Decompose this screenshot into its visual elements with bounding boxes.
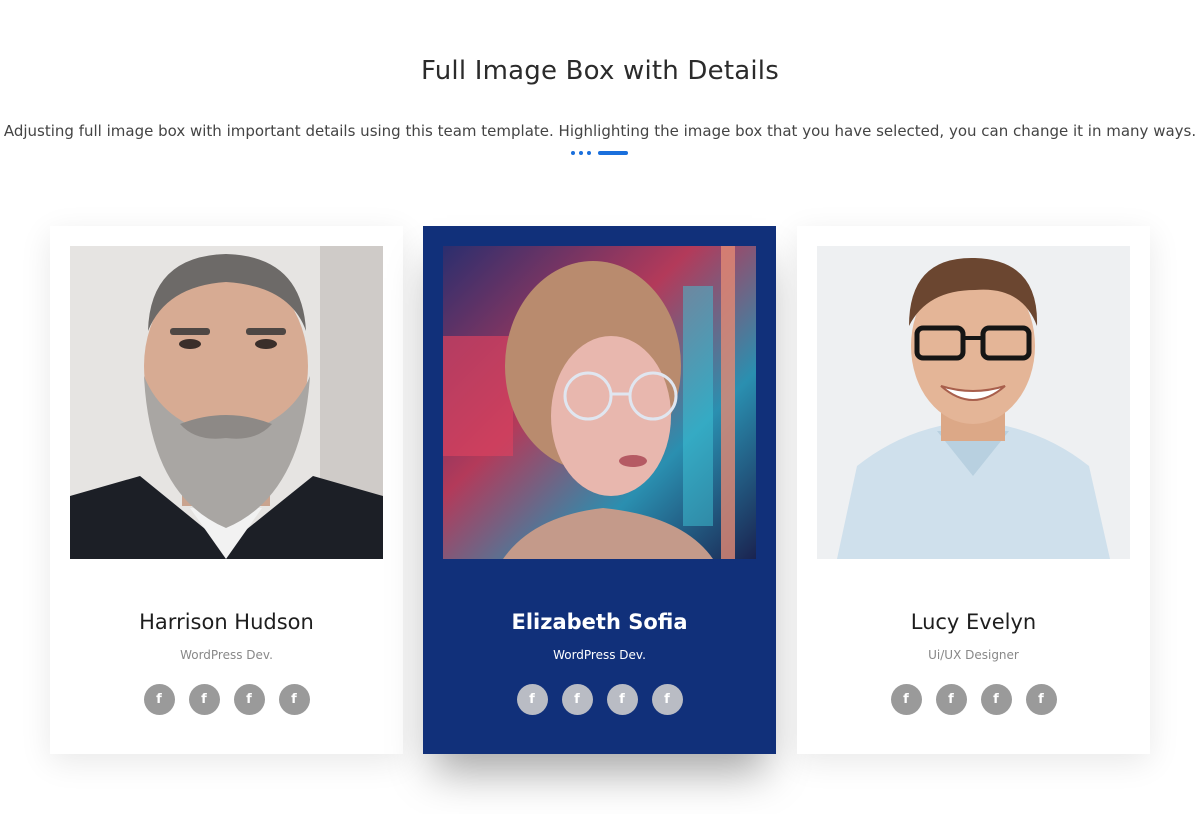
facebook-icon[interactable]: f <box>143 684 175 715</box>
team-card-elizabeth-sofia[interactable]: Elizabeth Sofia WordPress Dev. f f f f <box>423 226 776 754</box>
facebook-icon[interactable]: f <box>233 684 265 715</box>
team-card-harrison-hudson[interactable]: Harrison Hudson WordPress Dev. f f f f <box>50 226 403 754</box>
social-links: f f f f <box>423 684 776 715</box>
member-photo <box>70 246 383 559</box>
member-photo <box>443 246 756 559</box>
team-card-lucy-evelyn[interactable]: Lucy Evelyn Ui/UX Designer f f f f <box>797 226 1150 754</box>
facebook-icon[interactable]: f <box>561 684 593 715</box>
member-name: Lucy Evelyn <box>910 610 1037 634</box>
facebook-icon[interactable]: f <box>980 684 1012 715</box>
member-photo <box>817 246 1130 559</box>
facebook-icon[interactable]: f <box>890 684 922 715</box>
facebook-icon[interactable]: f <box>516 684 548 715</box>
member-role: Ui/UX Designer <box>928 648 1019 662</box>
title-divider <box>571 151 628 155</box>
facebook-icon[interactable]: f <box>1025 684 1057 715</box>
facebook-icon[interactable]: f <box>935 684 967 715</box>
facebook-icon[interactable]: f <box>278 684 310 715</box>
facebook-icon[interactable]: f <box>606 684 638 715</box>
member-role: WordPress Dev. <box>180 648 273 662</box>
facebook-icon[interactable]: f <box>651 684 683 715</box>
member-name: Harrison Hudson <box>139 610 314 634</box>
social-links: f f f f <box>50 684 403 715</box>
member-role: WordPress Dev. <box>553 648 646 662</box>
divider-dot <box>579 151 583 155</box>
facebook-icon[interactable]: f <box>188 684 220 715</box>
section-title: Full Image Box with Details <box>421 56 779 86</box>
section-subtitle: Adjusting full image box with important … <box>3 122 1197 140</box>
divider-bar <box>598 151 628 155</box>
divider-dot <box>571 151 575 155</box>
divider-dot <box>587 151 591 155</box>
member-name: Elizabeth Sofia <box>511 610 688 634</box>
social-links: f f f f <box>797 684 1150 715</box>
